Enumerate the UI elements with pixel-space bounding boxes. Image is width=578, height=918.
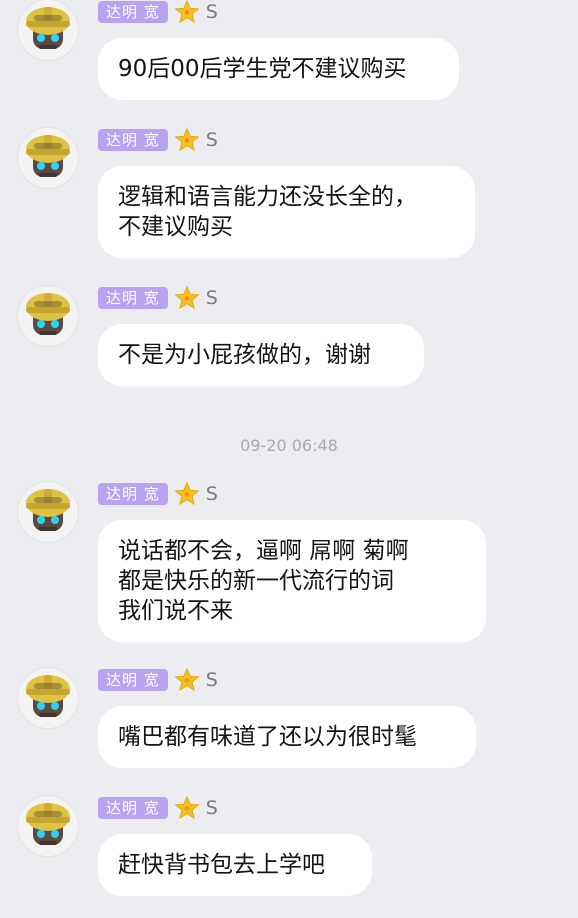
hard-hat-robot-icon — [18, 796, 78, 856]
star-icon — [174, 795, 200, 820]
message-timestamp: 09-20 06:48 — [240, 436, 338, 455]
star-icon — [174, 0, 200, 24]
user-avatar[interactable] — [18, 128, 78, 188]
message-meta: 达明 宽 S — [98, 0, 218, 26]
star-icon — [174, 481, 200, 506]
hard-hat-robot-icon — [18, 668, 78, 728]
message-bubble[interactable]: 赶快背书包去上学吧 — [98, 834, 372, 896]
message-bubble[interactable]: 说话都不会，逼啊 屌啊 菊啊 都是快乐的新一代流行的词 我们说不来 — [98, 520, 486, 642]
chat-message-list: 达明 宽 S 90后00后学生党不建议购买 达明 宽 S 逻辑和语言能力还没长全… — [0, 0, 578, 918]
username-badge[interactable]: 达明 宽 — [98, 129, 168, 151]
message-text: 逻辑和语言能力还没长全的， 不建议购买 — [118, 184, 417, 240]
message-bubble[interactable]: 90后00后学生党不建议购买 — [98, 38, 459, 100]
message-bubble[interactable]: 逻辑和语言能力还没长全的， 不建议购买 — [98, 166, 475, 258]
message-meta: 达明 宽 S — [98, 480, 218, 508]
hard-hat-robot-icon — [18, 0, 78, 60]
user-avatar[interactable] — [18, 482, 78, 542]
user-level: S — [205, 483, 218, 505]
username-badge[interactable]: 达明 宽 — [98, 797, 168, 819]
message-meta: 达明 宽 S — [98, 666, 218, 694]
user-avatar[interactable] — [18, 796, 78, 856]
username-badge[interactable]: 达明 宽 — [98, 287, 168, 309]
message-text: 说话都不会，逼啊 屌啊 菊啊 都是快乐的新一代流行的词 我们说不来 — [118, 538, 409, 624]
message-text: 嘴巴都有味道了还以为很时髦 — [118, 724, 417, 750]
user-level: S — [205, 1, 218, 23]
username-badge[interactable]: 达明 宽 — [98, 1, 168, 23]
star-icon — [174, 667, 200, 692]
message-meta: 达明 宽 S — [98, 794, 218, 822]
username-badge[interactable]: 达明 宽 — [98, 483, 168, 505]
user-avatar[interactable] — [18, 286, 78, 346]
star-icon — [174, 285, 200, 310]
user-level: S — [205, 797, 218, 819]
hard-hat-robot-icon — [18, 482, 78, 542]
user-avatar[interactable] — [18, 668, 78, 728]
message-text: 不是为小屁孩做的，谢谢 — [118, 342, 371, 368]
user-level: S — [205, 287, 218, 309]
user-level: S — [205, 669, 218, 691]
hard-hat-robot-icon — [18, 286, 78, 346]
user-avatar[interactable] — [18, 0, 78, 60]
message-bubble[interactable]: 嘴巴都有味道了还以为很时髦 — [98, 706, 476, 768]
user-level: S — [205, 129, 218, 151]
message-bubble[interactable]: 不是为小屁孩做的，谢谢 — [98, 324, 424, 386]
message-meta: 达明 宽 S — [98, 126, 218, 154]
hard-hat-robot-icon — [18, 128, 78, 188]
message-meta: 达明 宽 S — [98, 284, 218, 312]
star-icon — [174, 127, 200, 152]
message-text: 90后00后学生党不建议购买 — [118, 56, 407, 82]
username-badge[interactable]: 达明 宽 — [98, 669, 168, 691]
message-text: 赶快背书包去上学吧 — [118, 852, 325, 878]
